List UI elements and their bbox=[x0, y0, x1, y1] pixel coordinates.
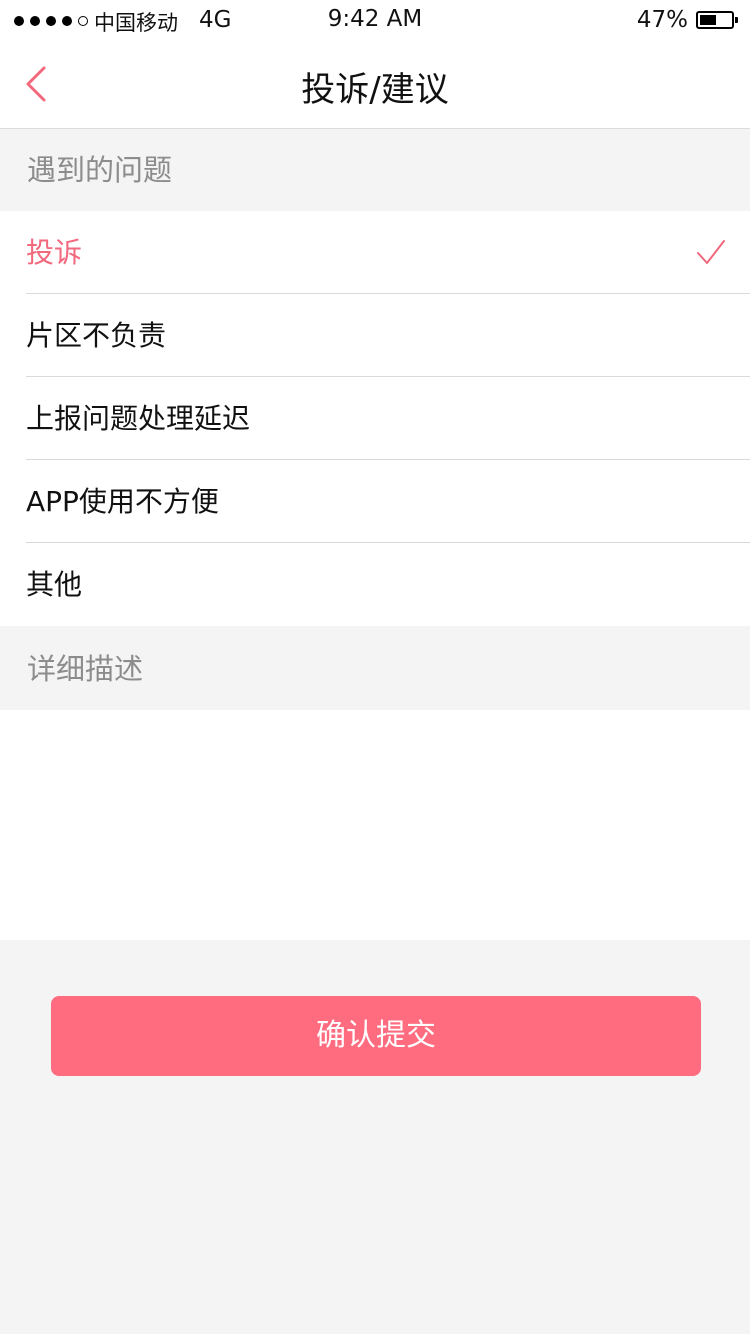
issues-section-header: 遇到的问题 bbox=[0, 129, 750, 211]
option-label: 投诉 bbox=[26, 236, 83, 269]
battery-nub bbox=[735, 17, 738, 23]
description-textarea[interactable] bbox=[0, 710, 750, 940]
navigation-bar: 投诉/建议 bbox=[0, 42, 750, 129]
issue-option-report-delay[interactable]: 上报问题处理延迟 bbox=[26, 377, 750, 460]
option-label: APP使用不方便 bbox=[26, 485, 219, 518]
battery-fill bbox=[700, 15, 716, 25]
submit-button[interactable]: 确认提交 bbox=[51, 996, 701, 1076]
issue-option-other[interactable]: 其他 bbox=[26, 543, 750, 626]
checkmark-icon bbox=[697, 240, 725, 264]
issue-option-app-inconvenient[interactable]: APP使用不方便 bbox=[26, 460, 750, 543]
status-bar: 中国移动 4G 9:42 AM 47% bbox=[0, 0, 750, 42]
issue-option-complaint[interactable]: 投诉 bbox=[26, 211, 750, 294]
battery-icon bbox=[696, 11, 738, 29]
page-title: 投诉/建议 bbox=[301, 70, 449, 110]
option-label: 其他 bbox=[26, 568, 83, 601]
issue-options-list: 投诉 片区不负责 上报问题处理延迟 APP使用不方便 其他 bbox=[0, 211, 750, 626]
issue-option-district-not-responsible[interactable]: 片区不负责 bbox=[26, 294, 750, 377]
option-label: 上报问题处理延迟 bbox=[26, 402, 251, 435]
battery-percentage: 47% bbox=[636, 7, 688, 33]
details-section-header: 详细描述 bbox=[0, 628, 750, 710]
option-label: 片区不负责 bbox=[26, 319, 167, 352]
screen: 中国移动 4G 9:42 AM 47% 投诉/建议 遇到的问题 投诉 片区不负责 bbox=[0, 0, 750, 1334]
